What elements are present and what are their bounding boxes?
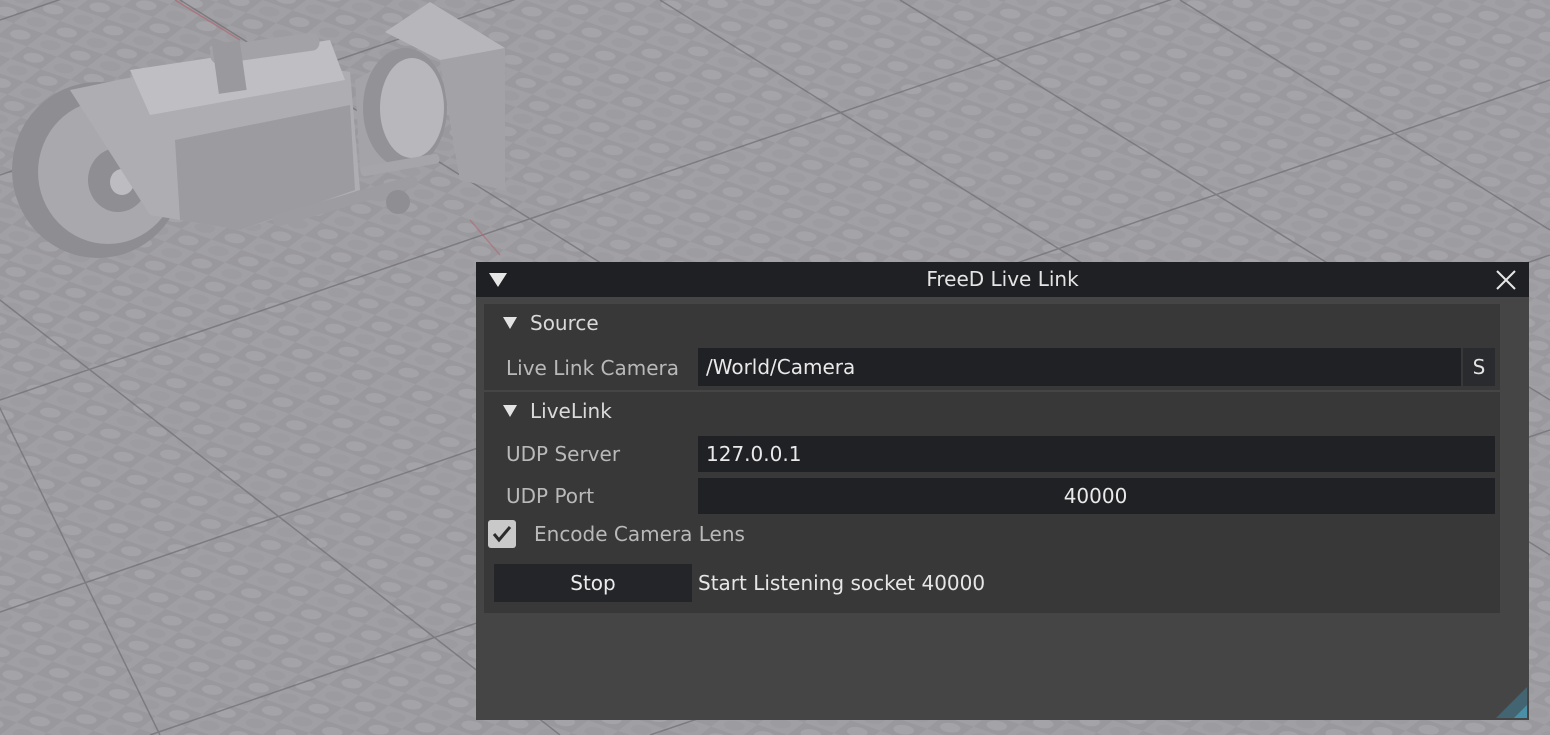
triangle-down-icon[interactable] bbox=[488, 270, 508, 290]
status-text: Start Listening socket 40000 bbox=[698, 571, 986, 595]
live-link-camera-field[interactable] bbox=[698, 348, 1461, 386]
triangle-down-icon bbox=[503, 405, 517, 417]
live-link-camera-label: Live Link Camera bbox=[506, 356, 679, 380]
select-camera-button[interactable]: S bbox=[1463, 348, 1495, 386]
encode-camera-lens-checkbox[interactable] bbox=[488, 520, 516, 548]
udp-port-label: UDP Port bbox=[506, 484, 595, 508]
udp-server-label: UDP Server bbox=[506, 442, 621, 466]
livelink-header-label: LiveLink bbox=[530, 399, 612, 423]
freed-live-link-window: FreeD Live Link Source Live Link Camera … bbox=[476, 262, 1529, 720]
resize-grip-icon[interactable] bbox=[1494, 685, 1528, 719]
encode-camera-lens-label: Encode Camera Lens bbox=[534, 522, 745, 546]
window-title: FreeD Live Link bbox=[926, 267, 1079, 291]
close-icon[interactable] bbox=[1494, 268, 1518, 292]
window-titlebar[interactable]: FreeD Live Link bbox=[476, 262, 1529, 297]
source-section: Source Live Link Camera S bbox=[484, 304, 1500, 390]
triangle-down-icon bbox=[503, 317, 517, 329]
stop-button[interactable]: Stop bbox=[494, 564, 692, 602]
source-header-label: Source bbox=[530, 311, 599, 335]
livelink-section-header[interactable]: LiveLink bbox=[484, 392, 1500, 430]
camera-model[interactable] bbox=[0, 0, 560, 270]
udp-server-field[interactable] bbox=[698, 436, 1495, 472]
livelink-section: LiveLink UDP Server UDP Port Encode Came… bbox=[484, 392, 1500, 613]
source-section-header[interactable]: Source bbox=[484, 304, 1500, 342]
checkmark-icon bbox=[492, 526, 512, 543]
udp-port-field[interactable] bbox=[698, 478, 1495, 514]
